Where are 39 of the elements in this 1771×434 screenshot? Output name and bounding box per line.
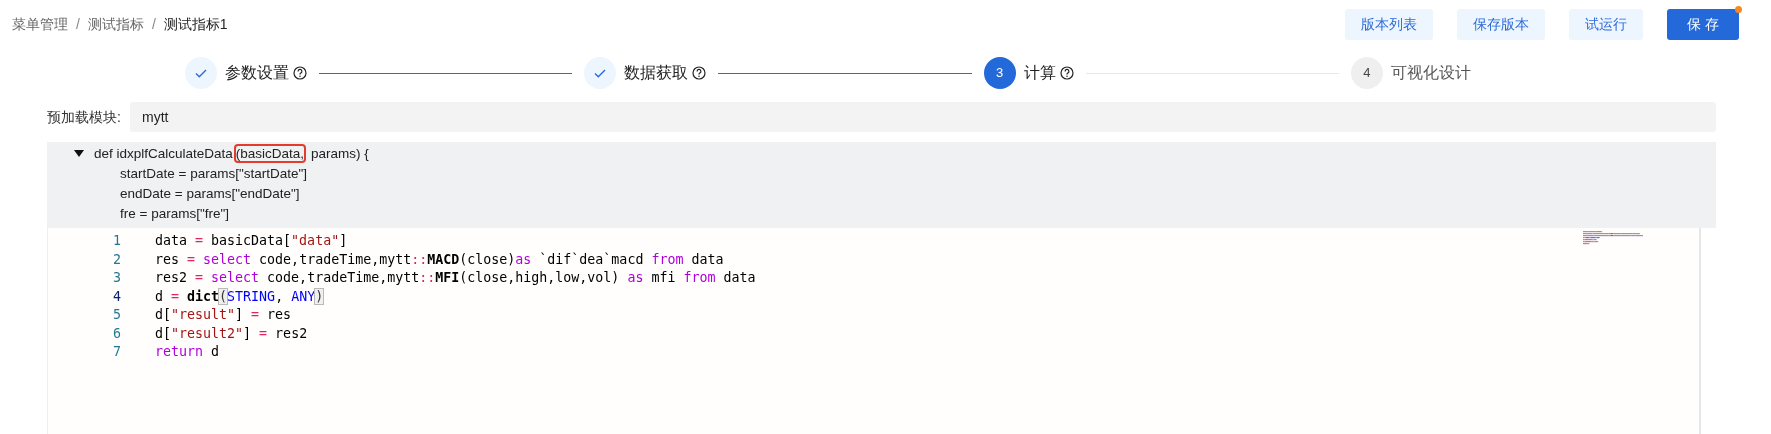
line-number: 6 (112, 324, 122, 343)
save-button[interactable]: 保 存 (1667, 8, 1739, 40)
code-line: endDate = params["endDate"] (119, 185, 301, 203)
code-line: res2 = select code,tradeTime,mytt::MFI(close,high,low,vol) as mfi from data (155, 269, 756, 287)
function-signature: def idxplfCalculateData (basicData, params) { (94, 145, 369, 163)
help-icon[interactable] (692, 66, 707, 80)
step-label[interactable]: 可视化设计 (1391, 61, 1471, 85)
line-number: 2 (112, 250, 122, 269)
highlight-box: (basicData, (235, 146, 305, 161)
breadcrumb-item: 测试指标1 (163, 14, 228, 34)
step-label[interactable]: 数据获取 (624, 61, 689, 85)
code-line: d["result2"] = res2 (155, 324, 308, 343)
line-number: 4 (112, 287, 122, 306)
line-number: 1 (112, 232, 122, 250)
step-label[interactable]: 计算 (1023, 61, 1056, 85)
code-line: res = select code,tradeTime,mytt::MACD(close)as `dif`dea`macd from data (155, 250, 724, 269)
code-line: startDate = params["startDate"] (119, 165, 309, 183)
breadcrumb-item[interactable]: 测试指标 (87, 13, 144, 35)
code-line: d["result"] = res (155, 306, 292, 324)
code-line: fre = params["fre"] (119, 205, 230, 223)
action-button[interactable]: 保存版本 (1457, 8, 1546, 40)
code-line: return d (155, 343, 220, 361)
module-input[interactable]: mytt (130, 102, 1716, 132)
caret-icon[interactable] (74, 150, 84, 158)
line-number: 5 (112, 306, 122, 324)
breadcrumb-item[interactable]: 菜单管理 (12, 13, 68, 35)
field-label: 预加载模块: (47, 107, 122, 127)
action-button[interactable]: 版本列表 (1345, 8, 1434, 40)
line-number: 3 (112, 269, 122, 287)
step-indicator: 3 (983, 57, 1016, 89)
step-label[interactable]: 参数设置 (225, 61, 289, 85)
step-indicator: 4 (1351, 57, 1383, 89)
action-button[interactable]: 试运行 (1569, 8, 1644, 40)
line-number: 7 (112, 343, 122, 361)
breadcrumb-separator: / (76, 14, 80, 34)
code-line: data = basicData["data"] (155, 232, 348, 250)
help-icon[interactable] (1059, 66, 1074, 80)
breadcrumb-separator: / (151, 14, 156, 34)
help-icon[interactable] (293, 66, 307, 80)
